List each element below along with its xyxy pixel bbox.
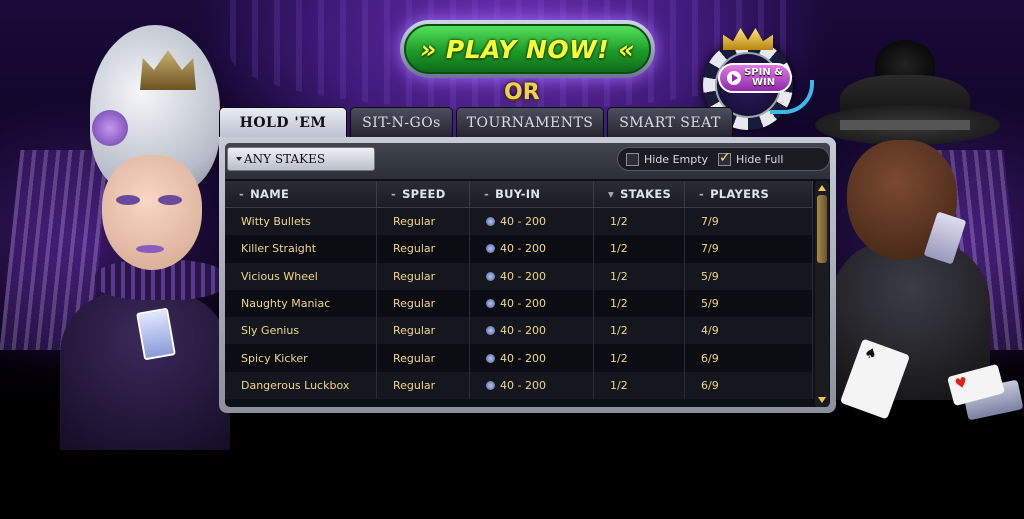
dash-icon: - xyxy=(699,187,705,201)
cell-players: 5/9 xyxy=(685,262,813,290)
column-stakes-header[interactable]: ▾ STAKES xyxy=(594,181,685,207)
queen-eye xyxy=(158,195,182,205)
column-players-header[interactable]: - PLAYERS xyxy=(685,181,813,207)
sort-down-icon: ▾ xyxy=(608,187,615,201)
column-name-header[interactable]: - NAME xyxy=(225,181,377,207)
cell-stakes: 1/2 xyxy=(594,235,685,263)
table-header: - NAME - SPEED - BUY-IN ▾ STAKES - PLAYERS xyxy=(225,181,813,208)
cell-buyin: 40 - 200 xyxy=(470,344,594,372)
column-buyin-header[interactable]: - BUY-IN xyxy=(470,181,594,207)
filter-group: Hide Empty Hide Full xyxy=(617,147,830,171)
chip-icon xyxy=(486,380,495,390)
play-now-button[interactable]: » PLAY NOW! « xyxy=(400,20,655,78)
column-speed-header[interactable]: - SPEED xyxy=(377,181,470,207)
cell-players: 4/9 xyxy=(685,317,813,345)
stakes-dropdown[interactable]: ANY STAKES xyxy=(227,147,375,171)
game-lobby: ♠ ♥ » PLAY NOW! « OR SPIN & WIN HOLD 'EM… xyxy=(0,0,1024,519)
cell-stakes: 1/2 xyxy=(594,371,685,400)
scroll-down-arrow-icon[interactable] xyxy=(818,397,826,403)
cell-players: 7/9 xyxy=(685,208,813,236)
cell-buyin: 40 - 200 xyxy=(470,289,594,318)
cell-name: Spicy Kicker xyxy=(225,344,377,372)
table-scrollbar[interactable] xyxy=(815,181,829,407)
tab-tournaments[interactable]: TOURNAMENTS xyxy=(456,107,604,137)
tables-list: - NAME - SPEED - BUY-IN ▾ STAKES - PLAYERS Wi… xyxy=(225,181,813,407)
hide-full-checkbox[interactable] xyxy=(718,150,732,166)
lobby-panel: HOLD 'EM SIT-N-GOs TOURNAMENTS SMART SEA… xyxy=(219,107,836,413)
scrollbar-thumb[interactable] xyxy=(817,195,827,263)
table-list-panel: ANY STAKES Hide Empty Hide Full xyxy=(219,137,836,413)
cell-speed: Regular xyxy=(377,208,470,236)
spin-and-win-label: SPIN & WIN xyxy=(744,67,783,88)
cell-stakes: 1/2 xyxy=(594,317,685,345)
table-row[interactable]: Naughty Maniac Regular 40 - 200 1/2 5/9 xyxy=(225,289,813,318)
table-row[interactable]: Killer Straight Regular 40 - 200 1/2 7/9 xyxy=(225,235,813,263)
cell-buyin: 40 - 200 xyxy=(470,235,594,263)
cell-buyin: 40 - 200 xyxy=(470,208,594,236)
cell-players: 7/9 xyxy=(685,235,813,263)
cell-speed: Regular xyxy=(377,371,470,400)
cell-name: Witty Bullets xyxy=(225,208,377,236)
cell-name: Vicious Wheel xyxy=(225,262,377,290)
queen-character xyxy=(40,25,230,450)
flower-icon xyxy=(92,110,128,146)
hat-band xyxy=(840,120,970,130)
chip-icon xyxy=(486,299,495,309)
scroll-up-arrow-icon[interactable] xyxy=(818,185,826,191)
spin-and-win-button[interactable]: SPIN & WIN xyxy=(718,63,792,93)
cell-speed: Regular xyxy=(377,317,470,345)
cell-name: Killer Straight xyxy=(225,235,377,263)
chevron-down-icon xyxy=(236,157,242,161)
cell-players: 6/9 xyxy=(685,371,813,400)
table-row[interactable]: Sly Genius Regular 40 - 200 1/2 4/9 xyxy=(225,317,813,345)
table-row[interactable]: Witty Bullets Regular 40 - 200 1/2 7/9 xyxy=(225,208,813,236)
hide-empty-label: Hide Empty xyxy=(644,152,709,166)
cell-stakes: 1/2 xyxy=(594,344,685,372)
cell-speed: Regular xyxy=(377,289,470,318)
tab-sit-n-gos[interactable]: SIT-N-GOs xyxy=(350,107,453,137)
tab-hold-em[interactable]: HOLD 'EM xyxy=(219,107,347,137)
play-icon xyxy=(726,71,741,85)
cell-stakes: 1/2 xyxy=(594,289,685,318)
chip-icon xyxy=(486,326,495,336)
cell-stakes: 1/2 xyxy=(594,262,685,290)
dash-icon: - xyxy=(484,187,490,201)
cell-speed: Regular xyxy=(377,344,470,372)
hide-empty-filter[interactable]: Hide Empty xyxy=(626,152,709,166)
gangster-character: ♠ ♥ xyxy=(815,40,1024,440)
hide-empty-checkbox[interactable] xyxy=(626,152,639,166)
cell-name: Naughty Maniac xyxy=(225,289,377,318)
or-label: OR xyxy=(504,80,540,105)
hide-full-filter[interactable]: Hide Full xyxy=(718,150,784,166)
queen-eye xyxy=(116,195,140,205)
table-row[interactable]: Vicious Wheel Regular 40 - 200 1/2 5/9 xyxy=(225,262,813,290)
filter-toolbar: ANY STAKES Hide Empty Hide Full xyxy=(225,143,830,179)
game-tabs: HOLD 'EM SIT-N-GOs TOURNAMENTS SMART SEA… xyxy=(219,107,733,137)
cell-players: 6/9 xyxy=(685,344,813,372)
table-row[interactable]: Spicy Kicker Regular 40 - 200 1/2 6/9 xyxy=(225,344,813,372)
cell-speed: Regular xyxy=(377,235,470,263)
cell-stakes: 1/2 xyxy=(594,208,685,236)
table-body: Witty Bullets Regular 40 - 200 1/2 7/9 K… xyxy=(225,208,813,400)
cell-buyin: 40 - 200 xyxy=(470,371,594,400)
table-row[interactable]: Dangerous Luckbox Regular 40 - 200 1/2 6… xyxy=(225,371,813,400)
dash-icon: - xyxy=(239,187,245,201)
tab-smart-seat[interactable]: SMART SEAT xyxy=(607,107,733,137)
chip-icon xyxy=(486,353,495,363)
cell-buyin: 40 - 200 xyxy=(470,317,594,345)
cell-name: Sly Genius xyxy=(225,317,377,345)
dash-icon: - xyxy=(391,187,397,201)
chip-icon xyxy=(486,217,495,227)
play-now-face[interactable]: » PLAY NOW! « xyxy=(404,24,651,74)
hide-full-label: Hide Full xyxy=(736,152,784,166)
cell-speed: Regular xyxy=(377,262,470,290)
chip-icon xyxy=(486,244,495,254)
cell-players: 5/9 xyxy=(685,289,813,318)
cell-name: Dangerous Luckbox xyxy=(225,371,377,400)
play-now-label: » PLAY NOW! « xyxy=(419,34,636,64)
stakes-dropdown-label: ANY STAKES xyxy=(244,152,326,166)
queen-lips xyxy=(136,245,164,253)
chip-icon xyxy=(486,271,495,281)
cell-buyin: 40 - 200 xyxy=(470,262,594,290)
